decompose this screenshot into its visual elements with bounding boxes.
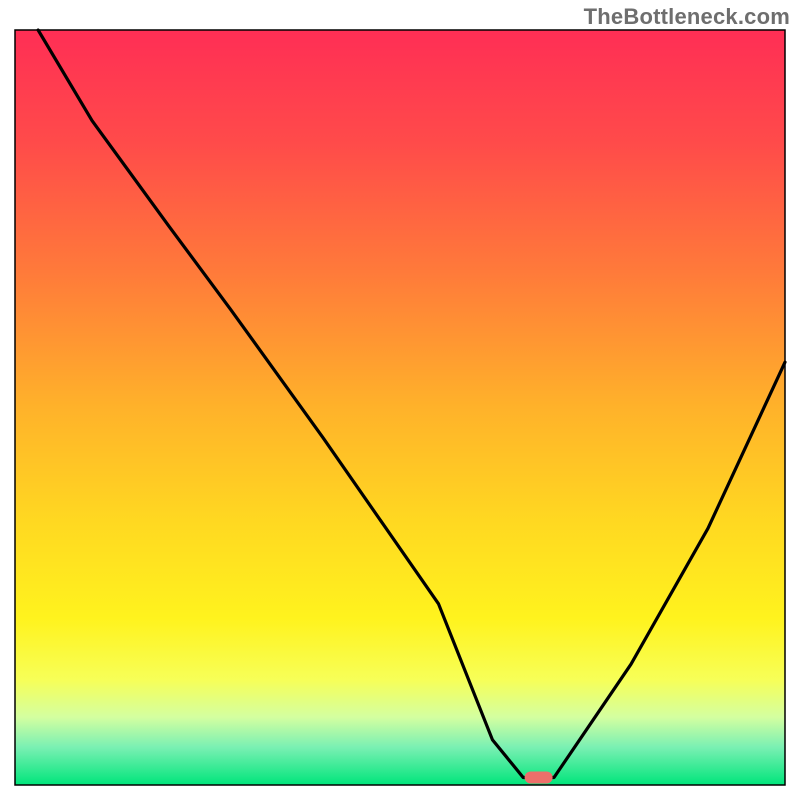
minimum-marker bbox=[525, 772, 553, 784]
chart-canvas: TheBottleneck.com bbox=[0, 0, 800, 800]
bottleneck-chart bbox=[0, 0, 800, 800]
chart-background bbox=[15, 30, 785, 785]
watermark: TheBottleneck.com bbox=[584, 4, 790, 30]
plot-area bbox=[15, 30, 785, 785]
